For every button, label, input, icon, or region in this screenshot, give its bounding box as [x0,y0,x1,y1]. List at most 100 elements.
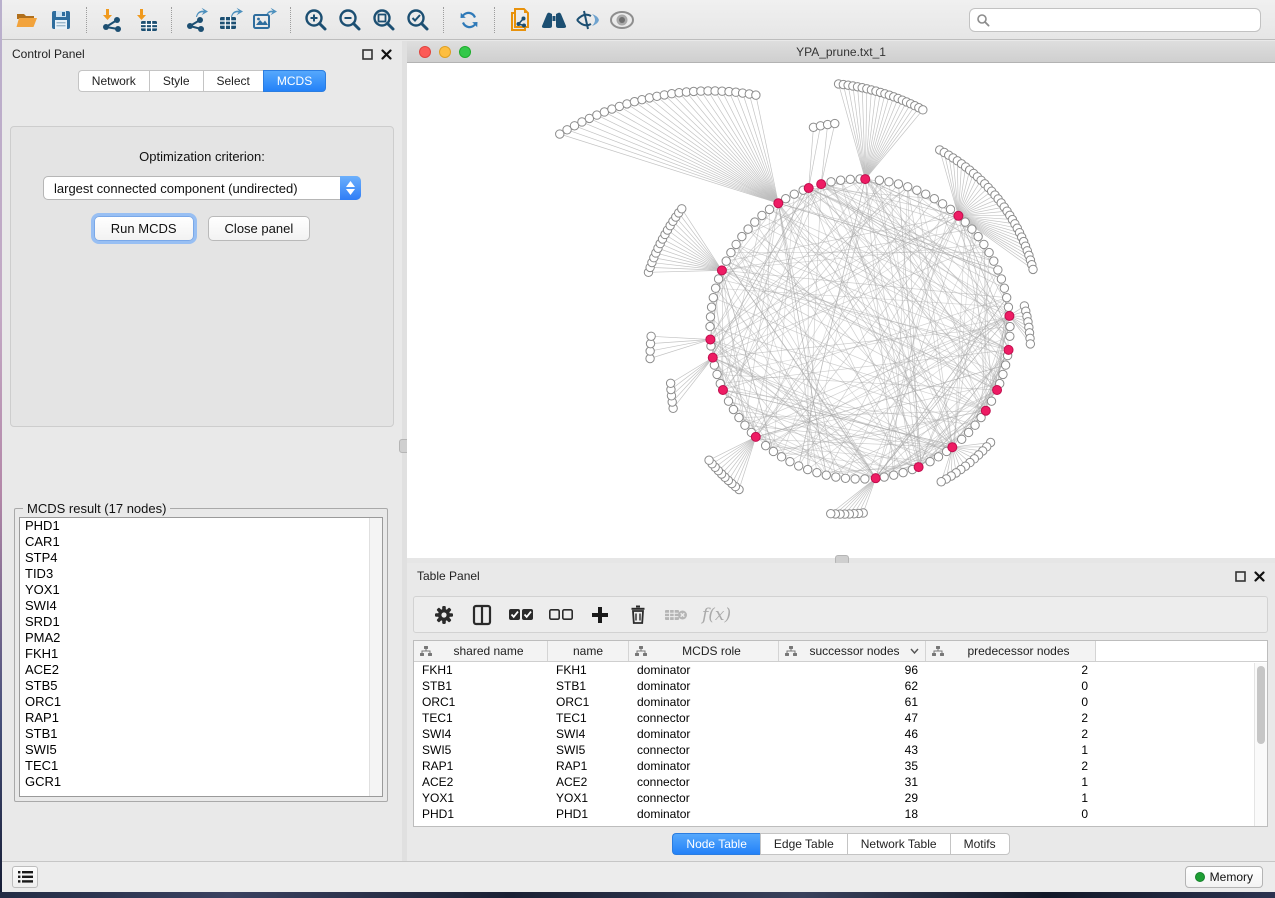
graph-node[interactable] [948,443,957,452]
graph-node[interactable] [647,332,655,340]
mcds-result-item[interactable]: ORC1 [20,694,382,710]
export-table-icon[interactable] [214,4,248,36]
graph-node[interactable] [722,257,730,265]
deselect-all-icon[interactable] [548,602,574,628]
graph-node[interactable] [813,468,821,476]
graph-node[interactable] [846,175,854,183]
network-graph[interactable] [407,63,1275,558]
zoom-fit-icon[interactable] [367,4,401,36]
graph-node[interactable] [738,232,746,240]
column-header-successor-nodes[interactable]: successor nodes [779,641,926,661]
graph-node[interactable] [827,509,835,517]
mcds-result-item[interactable]: TEC1 [20,758,382,774]
zoom-selected-icon[interactable] [401,4,435,36]
graph-node[interactable] [735,413,743,421]
tab-style[interactable]: Style [149,70,203,92]
graph-node[interactable] [885,178,893,186]
import-network-icon[interactable] [95,4,129,36]
graph-node[interactable] [894,180,902,188]
mcds-result-item[interactable]: TID3 [20,566,382,582]
graph-node[interactable] [786,457,794,465]
search-box[interactable] [969,8,1261,32]
mcds-result-item[interactable]: SRD1 [20,614,382,630]
graph-node[interactable] [831,119,839,127]
graph-node[interactable] [708,353,717,362]
graph-node[interactable] [678,205,686,213]
network-canvas[interactable] [407,63,1275,558]
graph-node[interactable] [822,471,830,479]
graph-node[interactable] [836,176,844,184]
graph-node[interactable] [934,453,942,461]
graph-node[interactable] [1002,293,1010,301]
table-row[interactable]: SWI5SWI5connector431 [414,742,1267,758]
task-history-button[interactable] [12,866,38,888]
graph-node[interactable] [968,225,976,233]
mcds-result-item[interactable]: PHD1 [20,518,382,534]
graph-node[interactable] [904,183,912,191]
mcds-result-item[interactable]: SWI5 [20,742,382,758]
mcds-result-item[interactable]: RAP1 [20,710,382,726]
memory-button[interactable]: Memory [1185,866,1263,888]
float-panel-icon[interactable] [362,49,373,60]
run-mcds-button[interactable]: Run MCDS [94,216,194,241]
graph-node[interactable] [751,432,760,441]
graph-node[interactable] [794,462,802,470]
select-all-icon[interactable] [508,602,534,628]
graph-node[interactable] [717,266,726,275]
graph-node[interactable] [880,473,888,481]
export-image-icon[interactable] [248,4,282,36]
network-titlebar[interactable]: YPA_prune.txt_1 [407,41,1275,63]
float-panel-icon[interactable] [1235,571,1246,582]
import-table-icon[interactable] [129,4,163,36]
export-network-icon[interactable] [180,4,214,36]
tab-select[interactable]: Select [203,70,263,92]
graph-node[interactable] [724,397,732,405]
open-network-in-browser-icon[interactable] [503,4,537,36]
graph-node[interactable] [993,386,1002,395]
graph-node[interactable] [1005,311,1014,320]
table-tab-motifs[interactable]: Motifs [950,833,1010,855]
graph-node[interactable] [729,405,737,413]
graph-node[interactable] [987,397,995,405]
graph-node[interactable] [985,248,993,256]
graph-node[interactable] [705,456,713,464]
table-tab-edge-table[interactable]: Edge Table [760,833,847,855]
close-panel-button[interactable]: Close panel [208,216,311,241]
graph-node[interactable] [980,240,988,248]
close-panel-icon[interactable] [381,49,392,60]
table-row[interactable]: ORC1ORC1dominator610 [414,694,1267,710]
graph-node[interactable] [803,465,811,473]
graph-node[interactable] [1006,322,1014,330]
graph-node[interactable] [706,322,714,330]
graph-node[interactable] [713,370,721,378]
graph-node[interactable] [761,441,769,449]
graph-node[interactable] [645,94,653,102]
mcds-result-item[interactable]: ACE2 [20,662,382,678]
graph-node[interactable] [769,447,777,455]
graph-node[interactable] [790,190,798,198]
graph-node[interactable] [706,313,714,321]
column-header-shared-name[interactable]: shared name [414,641,548,661]
graph-node[interactable] [971,421,979,429]
graph-node[interactable] [832,473,840,481]
result-scrollbar[interactable] [369,518,382,796]
graph-node[interactable] [851,475,859,483]
graph-node[interactable] [961,218,969,226]
graph-node[interactable] [706,335,715,344]
graph-node[interactable] [752,91,760,99]
graph-node[interactable] [997,275,1005,283]
column-header-name[interactable]: name [548,641,629,661]
column-header-MCDS-role[interactable]: MCDS role [629,641,779,661]
graph-node[interactable] [711,284,719,292]
mcds-result-item[interactable]: YOX1 [20,582,382,598]
scrollbar-thumb[interactable] [1257,666,1265,744]
graph-node[interactable] [1000,284,1008,292]
zoom-out-icon[interactable] [333,4,367,36]
graph-node[interactable] [758,211,766,219]
graph-node[interactable] [974,232,982,240]
graph-node[interactable] [871,474,880,483]
graph-node[interactable] [714,275,722,283]
graph-node[interactable] [741,421,749,429]
graph-node[interactable] [926,457,934,465]
graph-node[interactable] [875,176,883,184]
